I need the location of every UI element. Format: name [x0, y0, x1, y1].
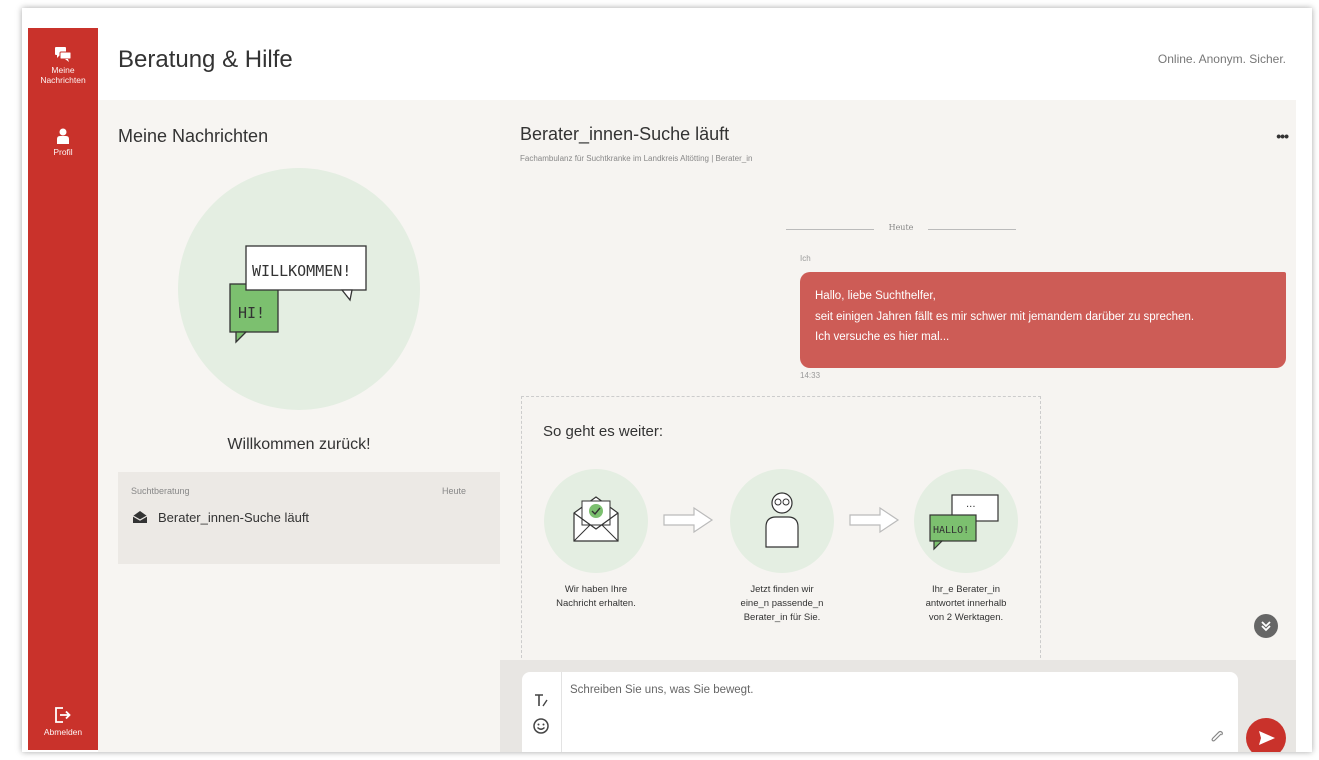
sidebar-item-profile[interactable]: Profil [28, 128, 98, 157]
welcome-heading: Willkommen zurück! [227, 436, 371, 453]
step-1-illustration [544, 469, 648, 573]
date-divider-label: Heute [888, 223, 914, 232]
reply-bubbles-icon: ... HALLO! [929, 494, 999, 551]
chat-subtitle: Fachambulanz für Suchtkranke im Landkrei… [520, 154, 753, 163]
svg-text:HI!: HI! [238, 304, 265, 322]
message-bubble: Hallo, liebe Suchthelfer, seit einigen J… [800, 272, 1286, 368]
message-line: Hallo, liebe Suchthelfer, [815, 290, 936, 302]
message-line: Ich versuche es hier mal... [815, 331, 950, 343]
envelope-open-icon [132, 511, 148, 523]
next-steps-card: So geht es weiter: ... HALLO! Wir haben … [521, 396, 1041, 668]
send-icon [1259, 731, 1275, 745]
session-subject: Berater_innen-Suche läuft [158, 510, 310, 525]
step-2-text: Jetzt finden wir eine_n passende_n Berat… [740, 584, 824, 623]
counselor-icon [765, 492, 799, 548]
date-divider: Heute [786, 222, 1016, 236]
svg-text:...: ... [966, 499, 976, 510]
steps-title: So geht es weiter: [543, 423, 664, 440]
message-line: seit einigen Jahren fällt es mir schwer … [815, 310, 1195, 323]
message-composer [500, 660, 1296, 752]
panel-title: Meine Nachrichten [118, 126, 269, 146]
welcome-illustration: HI! WILLKOMMEN! [178, 168, 420, 410]
messages-panel: Meine Nachrichten HI! WILLKOMMEN! Willko… [98, 100, 500, 752]
sidebar-item-label: Meine [51, 65, 75, 75]
step-1-text: Wir haben Ihre Nachricht erhalten. [556, 584, 636, 609]
svg-text:HALLO!: HALLO! [933, 525, 969, 536]
chat-title: Berater_innen-Suche läuft [520, 124, 730, 144]
header: Beratung & Hilfe Online. Anonym. Sicher. [98, 8, 1312, 100]
app-title: Beratung & Hilfe [118, 46, 293, 73]
logout-button[interactable]: Abmelden [28, 706, 98, 737]
step-2-illustration [730, 469, 834, 573]
chat-bubbles-icon [55, 47, 72, 62]
svg-text:WILLKOMMEN!: WILLKOMMEN! [252, 262, 351, 280]
speech-bubbles-icon: HI! WILLKOMMEN! [229, 245, 367, 344]
composer-box [522, 672, 1238, 752]
message-sender: Ich [800, 254, 811, 263]
message-input[interactable] [570, 684, 1170, 696]
arrow-right-icon [849, 506, 900, 534]
list-item[interactable]: Suchtberatung Heute Berater_innen-Suche … [118, 472, 500, 564]
envelope-check-icon [573, 496, 619, 542]
session-topic: Suchtberatung [131, 486, 190, 496]
logout-icon [55, 707, 71, 723]
sidebar-item-label: Profil [53, 147, 73, 157]
more-options-button[interactable]: ••• [1276, 128, 1289, 144]
sidebar-item-messages[interactable]: Meine Nachrichten [28, 46, 98, 85]
tagline: Online. Anonym. Sicher. [1157, 52, 1286, 66]
chat-area: Berater_innen-Suche läuft Fachambulanz f… [500, 100, 1296, 752]
app-window: Meine Nachrichten Profil Abmelden Beratu… [22, 8, 1312, 752]
double-chevron-down-icon [1261, 621, 1271, 632]
arrow-right-icon [663, 506, 714, 534]
person-icon [57, 128, 69, 144]
step-3-text: Ihr_e Berater_in antwortet innerhalb von… [925, 584, 1007, 623]
composer-tools [522, 672, 562, 752]
sidebar-item-label: Nachrichten [40, 75, 86, 85]
step-3-illustration: ... HALLO! [914, 469, 1018, 573]
paperclip-icon[interactable] [1210, 730, 1224, 744]
emoji-icon[interactable] [533, 718, 549, 734]
message-time: 14:33 [800, 371, 821, 380]
text-format-icon[interactable] [533, 692, 549, 708]
send-button[interactable] [1246, 718, 1286, 752]
logout-label: Abmelden [43, 727, 83, 737]
session-date: Heute [441, 486, 466, 496]
scroll-down-button[interactable] [1254, 614, 1278, 638]
sidebar: Meine Nachrichten Profil Abmelden [28, 28, 98, 750]
